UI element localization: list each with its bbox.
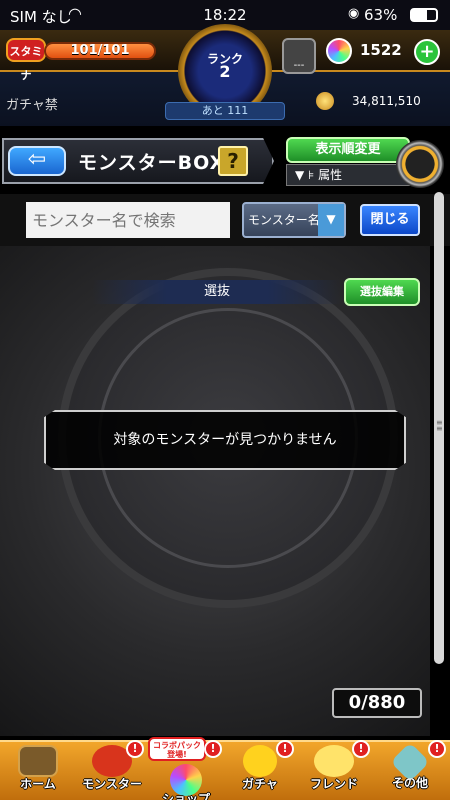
nav-friend-label: フレンド: [309, 777, 358, 791]
gacha-ball-icon: [243, 745, 277, 777]
close-button[interactable]: 閉じる: [360, 204, 420, 236]
gacha-alert-badge: !: [276, 740, 294, 758]
friend-balloon-icon: [314, 745, 354, 777]
nav-monster-label: モンスター: [82, 777, 142, 791]
sort-order-button[interactable]: 表示順変更: [286, 137, 410, 163]
monster-alert-badge: !: [126, 740, 144, 758]
filter-attribute[interactable]: ▼ ⊧ 属性: [286, 164, 410, 186]
battery-icon: [410, 8, 438, 22]
back-button[interactable]: ⇦: [8, 146, 66, 176]
helper-text: ---: [293, 60, 305, 71]
nav-shop-label: ショップ: [161, 792, 210, 800]
orb-count: 1522: [360, 41, 402, 59]
stamina-label: スタミナ: [6, 38, 46, 82]
edit-selection-button[interactable]: 選抜編集: [344, 278, 420, 306]
add-orb-button[interactable]: +: [414, 39, 440, 65]
empty-message: 対象のモンスターが見つかりません: [44, 410, 406, 470]
search-type-value: モンスター名: [248, 213, 320, 227]
help-button[interactable]: ?: [218, 146, 248, 176]
rank-remaining: あと 111: [165, 102, 285, 120]
nav-home[interactable]: ホーム: [2, 742, 74, 800]
orb-icon: [326, 38, 352, 64]
filter-label: 属性: [318, 168, 343, 182]
page-title: モンスターBOX: [78, 152, 226, 174]
gold-count: 34,811,510: [352, 94, 421, 108]
battery-percent: 63%: [364, 6, 398, 24]
filter-icon: ▼ ⊧: [295, 168, 319, 182]
nav-gacha-label: ガチャ: [242, 777, 278, 791]
house-icon: [18, 745, 58, 777]
stamina-bar[interactable]: 101/101: [44, 42, 156, 60]
shop-alert-badge: !: [204, 740, 222, 758]
moon-toggle-icon[interactable]: [396, 140, 444, 188]
gold-coin-icon: [316, 92, 334, 110]
chevron-down-icon[interactable]: ▼: [318, 204, 344, 236]
orientation-lock-icon: ◉: [348, 6, 360, 21]
monster-count: 0/880: [332, 688, 422, 718]
rank-value: 2: [219, 62, 231, 81]
gacha-ban-label: ガチャ禁: [6, 98, 58, 113]
section-title: 選抜: [92, 280, 342, 304]
nav-home-label: ホーム: [20, 777, 56, 791]
friend-alert-badge: !: [352, 740, 370, 758]
collab-promo-badge: コラボパック登場!: [148, 737, 206, 761]
monster-search-input[interactable]: [26, 202, 230, 238]
other-alert-badge: !: [428, 740, 446, 758]
scroll-grip-icon[interactable]: ≡ ≡: [436, 419, 443, 438]
